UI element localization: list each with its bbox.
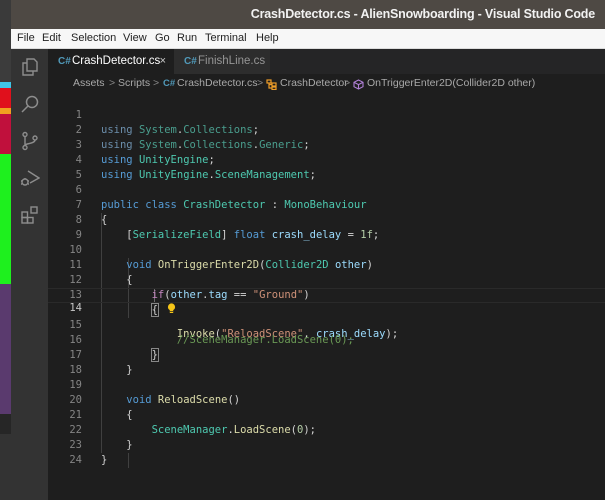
- code-line: 8 [SerializeField] float crash_delay = 1…: [48, 198, 605, 241]
- tab-label: CrashDetector.cs: [72, 55, 161, 67]
- code-line: 19 void ReloadScene(): [48, 363, 605, 406]
- method-symbol-icon: [353, 78, 364, 90]
- breadcrumb-method[interactable]: OnTriggerEnter2D(Collider2D other): [367, 74, 535, 93]
- title-bar: CrashDetector.cs - AlienSnowboarding - V…: [11, 0, 605, 29]
- csharp-file-icon: C#: [58, 56, 71, 67]
- code-line-current: 14 Invoke("ReloadScene", crash_delay);: [48, 288, 605, 340]
- indent-guide: [128, 453, 129, 468]
- line-number: 24: [69, 454, 82, 466]
- menu-run[interactable]: Run: [177, 32, 197, 44]
- breadcrumb-separator: >: [153, 77, 160, 89]
- breadcrumb-separator: >: [257, 77, 264, 89]
- code-line: 12 if(other.tag == "Ground"): [48, 258, 605, 301]
- csharp-file-icon: C#: [163, 78, 176, 89]
- source-control-icon[interactable]: [20, 131, 40, 151]
- csharp-file-icon: C#: [184, 56, 197, 67]
- code-line: 20 {: [48, 378, 605, 421]
- code-line: 22 }: [48, 408, 605, 451]
- class-symbol-icon: [266, 78, 277, 91]
- run-debug-icon[interactable]: [20, 168, 41, 188]
- code-line: 3 using UnityEngine;: [48, 123, 605, 166]
- code-line: 24: [48, 438, 605, 466]
- breadcrumb: Assets > Scripts > C# CrashDetector.cs >…: [48, 74, 605, 93]
- breadcrumb-class[interactable]: CrashDetector: [280, 74, 348, 93]
- activity-bar: [11, 49, 48, 500]
- code-line: 23 }: [48, 423, 605, 466]
- breadcrumb-file[interactable]: CrashDetector.cs: [177, 74, 258, 93]
- code-line: 15 //SceneManager.LoadScene(0);: [48, 303, 605, 346]
- editor: C# CrashDetector.cs × C# FinishLine.cs A…: [48, 49, 605, 500]
- breadcrumb-separator: >: [344, 77, 351, 89]
- code-line: 16 }: [48, 318, 605, 362]
- menu-view[interactable]: View: [123, 32, 147, 44]
- search-icon[interactable]: [20, 94, 40, 114]
- code-line: 7 {: [48, 183, 605, 226]
- tab-label: FinishLine.cs: [198, 55, 266, 67]
- code-line: 9: [48, 213, 605, 241]
- extensions-icon[interactable]: [20, 205, 40, 225]
- menu-terminal[interactable]: Terminal: [205, 32, 247, 44]
- code-line: 5: [48, 153, 605, 181]
- menu-edit[interactable]: Edit: [42, 32, 61, 44]
- menu-bar: File Edit Selection View Go Run Terminal…: [11, 29, 605, 49]
- tab-bar: C# CrashDetector.cs × C# FinishLine.cs: [48, 49, 605, 74]
- code-line: 1 using System.Collections;: [48, 93, 605, 136]
- menu-go[interactable]: Go: [155, 32, 170, 44]
- breadcrumb-assets[interactable]: Assets: [73, 74, 105, 93]
- code-line: 21 SceneManager.LoadScene(0);: [48, 393, 605, 436]
- code-line: 18: [48, 348, 605, 376]
- tab-crashdetector[interactable]: C# CrashDetector.cs ×: [48, 49, 174, 74]
- code-line: 10 void OnTriggerEnter2D(Collider2D othe…: [48, 228, 605, 271]
- code-line: 17 }: [48, 333, 605, 376]
- tab-finishline[interactable]: C# FinishLine.cs: [174, 49, 270, 74]
- lightbulb-icon[interactable]: [104, 290, 176, 313]
- code-line: 11 {: [48, 243, 605, 286]
- code-line: 2 using System.Collections.Generic;: [48, 108, 605, 151]
- breadcrumb-scripts[interactable]: Scripts: [118, 74, 150, 93]
- close-icon[interactable]: ×: [160, 49, 166, 74]
- code-line: 6 public class CrashDetector : MonoBehav…: [48, 168, 605, 211]
- menu-help[interactable]: Help: [256, 32, 279, 44]
- menu-file[interactable]: File: [17, 32, 35, 44]
- breadcrumb-separator: >: [109, 77, 116, 89]
- code-line: 13 {: [48, 273, 605, 317]
- window-title: CrashDetector.cs - AlienSnowboarding - V…: [250, 7, 595, 21]
- code-area[interactable]: 1 using System.Collections; 2 using Syst…: [48, 93, 605, 500]
- explorer-icon[interactable]: [20, 57, 40, 77]
- menu-selection[interactable]: Selection: [71, 32, 116, 44]
- code-line: 4 using UnityEngine.SceneManagement;: [48, 138, 605, 181]
- vscode-window: CrashDetector.cs - AlienSnowboarding - V…: [11, 0, 605, 500]
